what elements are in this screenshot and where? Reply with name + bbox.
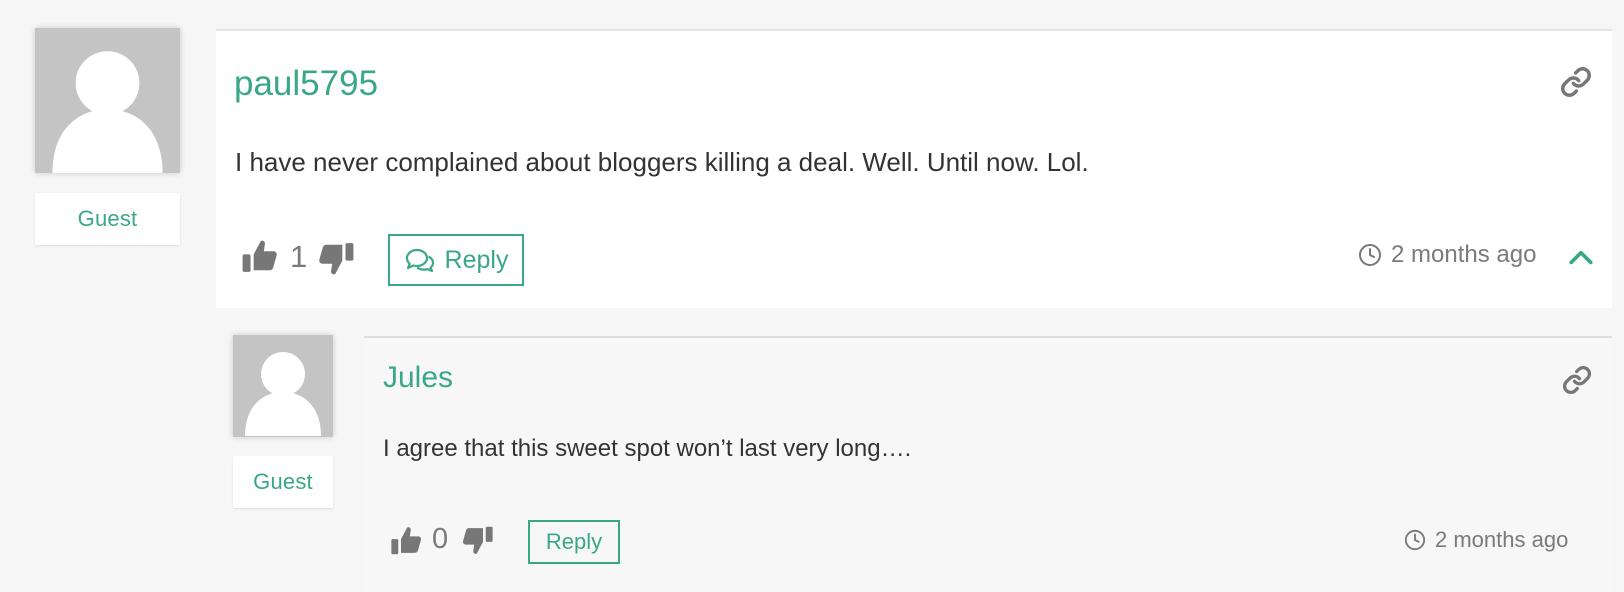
avatar[interactable] [233,335,333,437]
comment-timestamp: 2 months ago [1404,527,1568,553]
user-role-badge: Guest [35,193,180,245]
default-avatar-icon [35,28,180,173]
chevron-up-icon[interactable] [1568,244,1594,270]
vote-count: 0 [432,523,449,555]
thumbs-down-icon[interactable] [317,240,355,278]
link-icon[interactable] [1560,66,1592,98]
timestamp-text: 2 months ago [1435,527,1569,552]
comment-author[interactable]: paul5795 [234,64,378,104]
comment-timestamp: 2 months ago [1358,241,1536,269]
thumbs-down-icon[interactable] [461,524,494,557]
vote-count: 1 [290,239,308,274]
reply-button[interactable]: Reply [388,234,524,286]
chat-bubbles-icon [404,247,436,273]
comment-text: I have never complained about bloggers k… [235,147,1089,177]
comment-text: I agree that this sweet spot won’t last … [383,435,912,462]
thumbs-up-icon[interactable] [241,237,279,275]
reply-button-label: Reply [444,245,509,274]
thumbs-up-icon[interactable] [390,524,423,557]
comment-author[interactable]: Jules [383,361,453,395]
reply-button[interactable]: Reply [528,520,620,564]
user-role-badge: Guest [233,456,333,508]
reply-button-label: Reply [545,529,603,554]
clock-icon [1404,529,1426,551]
timestamp-text: 2 months ago [1391,241,1537,268]
avatar[interactable] [35,28,180,173]
link-icon[interactable] [1562,365,1592,395]
default-avatar-icon [233,336,333,436]
clock-icon [1358,243,1382,267]
